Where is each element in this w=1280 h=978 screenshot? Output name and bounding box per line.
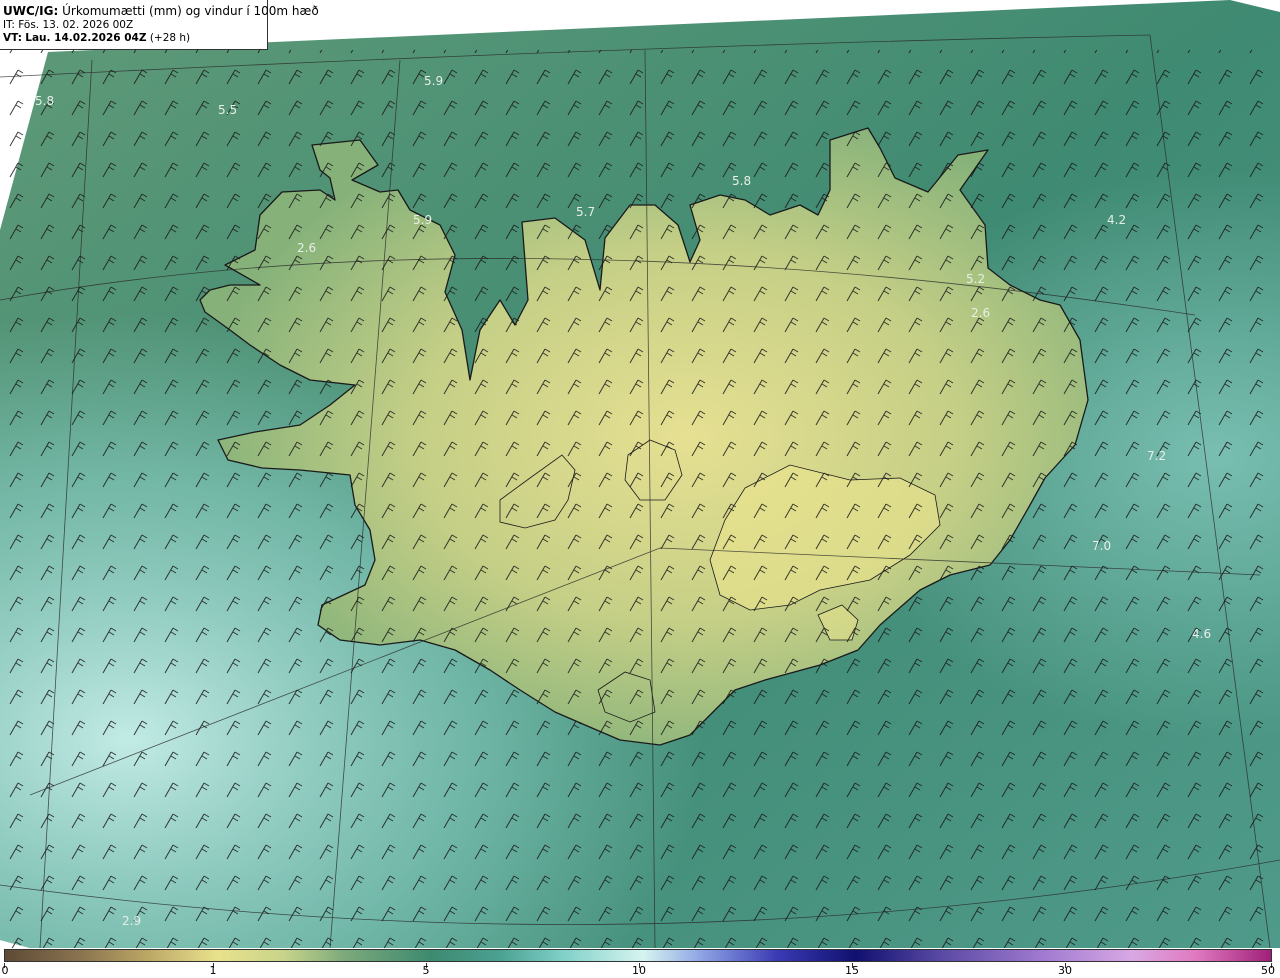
value-label: 2.6	[971, 306, 990, 320]
model-label: UWC/IG:	[3, 4, 59, 18]
value-label: 5.9	[424, 74, 443, 88]
valid-time-line: VT: Lau. 14.02.2026 04Z (+28 h)	[3, 32, 267, 45]
value-label: 2.6	[297, 241, 316, 255]
field-title: Úrkomumætti (mm) og vindur í 100m hæð	[62, 4, 319, 18]
value-label: 5.8	[35, 94, 54, 108]
value-label: 7.2	[1147, 449, 1166, 463]
colorbar-label: 5	[422, 964, 430, 977]
value-label: 5.9	[413, 213, 432, 227]
colorbar-strip	[4, 949, 1272, 962]
weather-map: 5.8 5.5 5.9 5.9 2.6 5.7 5.8 4.2 5.2 2.6 …	[0, 0, 1280, 948]
valid-prefix: VT:	[3, 32, 22, 44]
valid-time: Lau. 14.02.2026 04Z	[25, 32, 147, 44]
value-label: 7.0	[1092, 539, 1111, 553]
value-label: 4.2	[1107, 213, 1126, 227]
colorbar-label: 10	[632, 964, 646, 977]
colorbar-label: 0	[1, 964, 9, 977]
map-header: UWC/IG: Úrkomumætti (mm) og vindur í 100…	[0, 0, 319, 50]
colorbar-label: 30	[1058, 964, 1072, 977]
value-label: 4.6	[1192, 627, 1211, 641]
wind-barbs	[0, 50, 1280, 948]
value-label: 5.7	[576, 205, 595, 219]
value-label: 5.5	[218, 103, 237, 117]
value-label: 5.2	[966, 272, 985, 286]
header-title-line: UWC/IG: Úrkomumætti (mm) og vindur í 100…	[3, 4, 319, 19]
colorbar-label: 50	[1261, 964, 1275, 977]
lead-time: (+28 h)	[149, 32, 191, 44]
value-label: 2.9	[122, 914, 141, 928]
colorbar-label: 15	[845, 964, 859, 977]
colorbar-label: 1	[209, 964, 217, 977]
colorbar: 0 1 5 10 15 30 50	[0, 948, 1280, 978]
value-label: 5.8	[732, 174, 751, 188]
init-time: IT: Fös. 13. 02. 2026 00Z	[3, 19, 134, 31]
